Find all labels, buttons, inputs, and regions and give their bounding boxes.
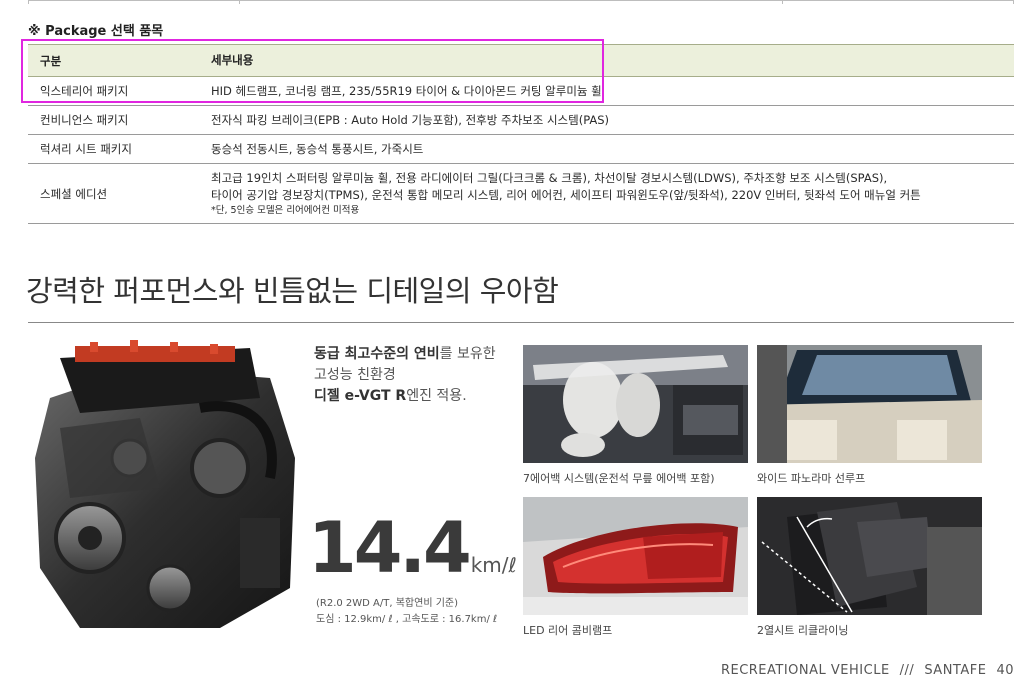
footer-category: RECREATIONAL VEHICLE	[720, 663, 890, 678]
section-headline: 강력한 퍼포먼스와 빈틈없는 디테일의 우아함	[26, 274, 559, 308]
airbag-illustration	[523, 345, 748, 463]
page-number: 40	[996, 663, 1014, 678]
fuel-value: 14.4	[308, 507, 472, 589]
desc-line: 디젤 e-VGT R엔진 적용.	[314, 386, 524, 407]
detail-line: 최고급 19인치 스퍼터링 알루미늄 휠, 전용 라디에이터 그릴(다크크롬 &…	[211, 171, 888, 185]
package-section-title: ※ Package 선택 품목	[28, 24, 164, 39]
headline-rule	[28, 322, 1014, 323]
table-row: 스페셜 에디션 최고급 19인치 스퍼터링 알루미늄 휠, 전용 라디에이터 그…	[28, 164, 1014, 224]
page-footer: RECREATIONAL VEHICLE /// SANTAFE 40	[711, 663, 1014, 678]
package-detail: HID 헤드램프, 코너링 램프, 235/55R19 타이어 & 다이아몬드 …	[211, 83, 602, 98]
fuel-economy: 14.4 km/ℓ	[308, 508, 517, 588]
desc-text: 를 보유한	[439, 346, 496, 362]
seat-recline-photo	[757, 497, 982, 615]
desc-line: 동급 최고수준의 연비를 보유한	[314, 344, 524, 365]
desc-line: 고성능 친환경	[314, 367, 396, 383]
rule-tick	[1013, 0, 1014, 4]
sunroof-photo	[757, 345, 982, 463]
detail-line: 타이어 공기압 경보장치(TPMS), 운전석 통합 메모리 시스템, 리어 에…	[211, 188, 921, 202]
column-header-category: 구분	[40, 53, 62, 68]
footer-separator: ///	[899, 663, 915, 678]
rule-tick	[28, 0, 29, 4]
column-header-detail: 세부내용	[211, 53, 254, 67]
engine-illustration	[35, 340, 295, 628]
package-name: 럭셔리 시트 패키지	[40, 142, 132, 156]
photo-caption: 와이드 파노라마 선루프	[757, 472, 866, 485]
photo-caption: 2열시트 리클라이닝	[757, 624, 849, 637]
footnote: *단, 5인승 모델은 리어에어컨 미적용	[211, 205, 360, 216]
sunroof-illustration	[757, 345, 982, 463]
photo-caption: LED 리어 콤비램프	[523, 624, 613, 637]
rule-tick	[782, 0, 783, 4]
footer-model: SANTAFE	[924, 663, 987, 678]
rear-lamp-illustration	[523, 497, 748, 615]
engine-description: 동급 최고수준의 연비를 보유한 고성능 친환경 디젤 e-VGT R엔진 적용…	[314, 344, 524, 407]
table-row: 익스테리어 패키지 HID 헤드램프, 코너링 램프, 235/55R19 타이…	[28, 77, 1014, 106]
desc-text: 엔진 적용.	[406, 388, 467, 404]
table-row: 럭셔리 시트 패키지 동승석 전동시트, 동승석 통풍시트, 가죽시트	[28, 135, 1014, 164]
seat-recline-illustration	[757, 497, 982, 615]
package-table: 구분 세부내용 익스테리어 패키지 HID 헤드램프, 코너링 램프, 235/…	[28, 44, 1014, 224]
package-detail: 전자식 파킹 브레이크(EPB : Auto Hold 기능포함), 전후방 주…	[211, 112, 610, 127]
top-rule	[28, 0, 1014, 4]
package-name: 스페셜 에디션	[40, 186, 108, 201]
photo-caption: 7에어백 시스템(운전석 무릎 에어백 포함)	[523, 472, 715, 485]
fuel-unit: km/ℓ	[470, 553, 517, 577]
package-name: 익스테리어 패키지	[40, 84, 129, 98]
airbag-photo	[523, 345, 748, 463]
table-row: 컨비니언스 패키지 전자식 파킹 브레이크(EPB : Auto Hold 기능…	[28, 106, 1014, 135]
rule-tick	[239, 0, 240, 4]
engine-image	[20, 338, 310, 638]
fuel-detail: 도심 : 12.9km/ ℓ , 고속도로 : 16.7km/ ℓ	[316, 614, 498, 625]
fuel-condition: (R2.0 2WD A/T, 복합연비 기준)	[316, 598, 459, 609]
package-name: 컨비니언스 패키지	[40, 113, 129, 127]
desc-bold: 동급 최고수준의 연비	[314, 346, 440, 362]
rear-lamp-photo	[523, 497, 748, 615]
desc-bold: 디젤 e-VGT R	[314, 388, 407, 404]
package-detail: 최고급 19인치 스퍼터링 알루미늄 휠, 전용 라디에이터 그릴(다크크롬 &…	[203, 164, 1014, 224]
table-header-row: 구분 세부내용	[28, 44, 1014, 77]
package-detail: 동승석 전동시트, 동승석 통풍시트, 가죽시트	[211, 141, 424, 156]
